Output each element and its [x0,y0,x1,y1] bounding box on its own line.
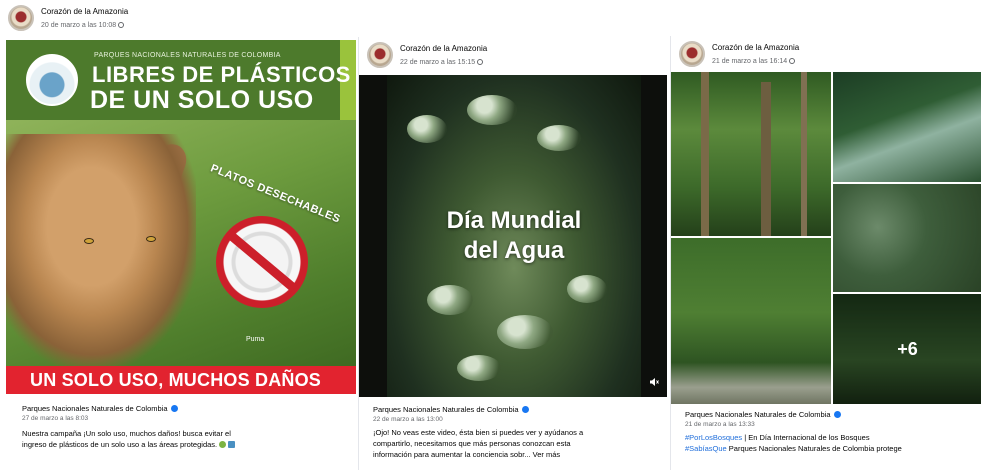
headline-line-2: DE UN SOLO USO [90,86,314,114]
see-more-link[interactable]: información para aumentar la conciencia … [373,449,655,460]
video-title-line-2: del Agua [463,237,565,264]
video-title-line-1: Día Mundial [446,207,582,234]
headline-line-1: LIBRES DE PLÁSTICOS [92,62,351,87]
post-card: Corazón de la Amazonia 21 de marzo a las… [670,36,981,470]
misty-canopy-photo-tile[interactable] [833,72,981,182]
tree-trunk [701,72,709,236]
post-card: Corazón de la Amazonia 20 de marzo a las… [0,0,360,470]
speaker-mute-icon[interactable] [649,377,659,387]
source-page-link[interactable]: Parques Nacionales Naturales de Colombia [685,410,968,420]
water-drop [407,115,447,143]
campaign-banner-top: PARQUES NACIONALES NATURALES DE COLOMBIA… [6,40,356,120]
source-page-name[interactable]: Parques Nacionales Naturales de Colombia [22,404,168,413]
puma-eye [146,236,156,242]
more-photos-tile[interactable]: +6 [833,294,981,404]
post-text: ¡Ojo! No veas este video, ésta bien si p… [373,427,655,460]
source-timestamp[interactable]: 22 de marzo a las 13:00 [373,415,655,425]
puma-photo [6,134,196,366]
river-forest-photo-tile[interactable] [671,238,831,404]
post-text: #PorLosBosques | En Día Internacional de… [685,432,968,454]
water-drop [537,125,581,151]
post-text-line: ¡Ojo! No veas este video, ésta bien si p… [373,428,584,437]
shared-post-footer: Parques Nacionales Naturales de Colombia… [359,405,668,460]
page-name-link[interactable]: Corazón de la Amazonia [41,6,128,17]
post-timestamp[interactable]: 21 de marzo a las 16:14 [712,58,787,65]
post-card: Corazón de la Amazonia 22 de marzo a las… [358,37,668,470]
post-text-line: compartirlo, necesitamos que más persona… [373,439,571,448]
bottom-banner-text: UN SOLO USO, MUCHOS DAÑOS [30,370,322,390]
leaf-emoji-icon [219,441,227,448]
globe-icon [477,58,484,65]
hashtag-link[interactable]: #SabíasQue [685,444,727,453]
post-image[interactable]: PARQUES NACIONALES NATURALES DE COLOMBIA… [6,40,356,394]
shared-post-footer: Parques Nacionales Naturales de Colombia… [8,404,358,450]
post-text-line: | En Día Internacional de los Bosques [742,433,870,442]
forest-photo-tile[interactable] [671,72,831,236]
verified-badge-icon [521,406,529,413]
photo-grid: +6 [671,72,981,404]
org-line: PARQUES NACIONALES NATURALES DE COLOMBIA [94,52,281,59]
water-drop [567,275,607,303]
post-header: Corazón de la Amazonia 22 de marzo a las… [359,37,668,73]
source-page-link[interactable]: Parques Nacionales Naturales de Colombia [373,405,655,415]
verified-badge-icon [833,411,841,418]
verified-badge-icon [170,405,178,412]
source-timestamp[interactable]: 21 de marzo a las 13:33 [685,420,968,430]
source-page-link[interactable]: Parques Nacionales Naturales de Colombia [22,404,344,414]
park-emoji-icon [228,441,236,448]
source-page-name[interactable]: Parques Nacionales Naturales de Colombia [373,405,519,414]
water-drop [427,285,473,315]
water-drops-video-frame [387,75,641,397]
brand-mark: Puma [246,336,265,343]
tree-trunk [761,82,771,236]
post-text-line: Nuestra campaña ¡Un solo uso, muchos dañ… [22,429,231,438]
post-text-line: ingreso de plásticos de un solo uso a la… [22,440,218,449]
water-drop [457,355,501,381]
page-name-link[interactable]: Corazón de la Amazonia [400,43,487,54]
page-avatar[interactable] [8,5,34,31]
water-drop [467,95,517,125]
aerial-canopy-photo-tile[interactable] [833,184,981,292]
more-photos-count[interactable]: +6 [833,294,981,404]
shared-post-footer: Parques Nacionales Naturales de Colombia… [671,410,981,454]
source-timestamp[interactable]: 27 de marzo a las 8:03 [22,414,344,424]
parques-logo-icon [26,54,78,106]
tree-trunk [801,72,807,236]
page-avatar[interactable] [367,42,393,68]
post-timestamp[interactable]: 22 de marzo a las 15:15 [400,59,475,66]
globe-icon [789,57,796,64]
water-drop [497,315,553,349]
campaign-banner-bottom: UN SOLO USO, MUCHOS DAÑOS [6,366,356,394]
source-page-name[interactable]: Parques Nacionales Naturales de Colombia [685,410,831,419]
post-video[interactable]: Día Mundial del Agua [359,75,667,397]
page-name-link[interactable]: Corazón de la Amazonia [712,42,799,53]
post-text-line: Parques Nacionales Naturales de Colombia… [726,444,902,453]
post-header: Corazón de la Amazonia 21 de marzo a las… [671,36,981,72]
post-header: Corazón de la Amazonia 20 de marzo a las… [0,0,360,36]
globe-icon [118,21,125,28]
page-avatar[interactable] [679,41,705,67]
post-text: Nuestra campaña ¡Un solo uso, muchos dañ… [22,428,344,450]
hashtag-link[interactable]: #PorLosBosques [685,433,742,442]
puma-eye [84,238,94,244]
post-timestamp[interactable]: 20 de marzo a las 10:08 [41,22,116,29]
